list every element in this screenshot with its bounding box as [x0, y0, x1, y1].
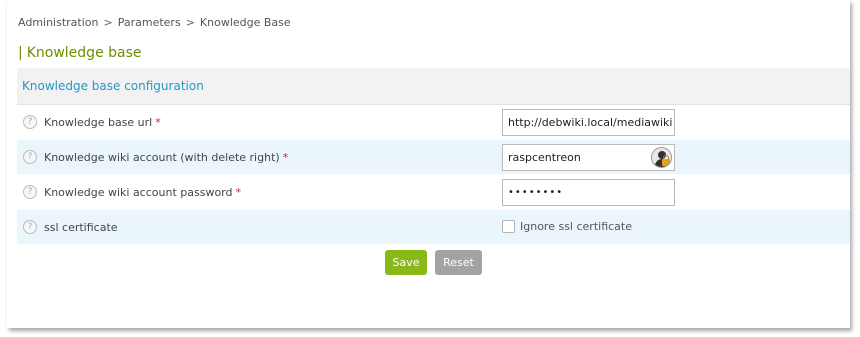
- label-text: Knowledge wiki account password: [44, 185, 233, 199]
- user-lock-icon: [651, 147, 672, 168]
- page-title: | Knowledge base: [18, 45, 142, 61]
- breadcrumb-parameters[interactable]: Parameters: [118, 16, 181, 29]
- breadcrumb-separator: >: [103, 16, 113, 29]
- config-form: Knowledge base configuration ? Knowledge…: [17, 68, 850, 245]
- row-ssl-certificate: ? ssl certificate Ignore ssl certificate: [17, 210, 850, 245]
- field-label-password: Knowledge wiki account password *: [44, 186, 241, 199]
- breadcrumb-knowledge-base[interactable]: Knowledge Base: [200, 16, 291, 29]
- help-icon[interactable]: ?: [23, 115, 37, 129]
- ignore-ssl-label[interactable]: Ignore ssl certificate: [520, 220, 632, 233]
- padlock-shape: [662, 159, 670, 166]
- wiki-account-value: raspcentreon: [508, 151, 581, 164]
- breadcrumb-administration[interactable]: Administration: [18, 16, 99, 29]
- field-label-url: Knowledge base url *: [44, 116, 161, 129]
- wiki-password-input[interactable]: ••••••••: [502, 179, 675, 206]
- section-title: Knowledge base configuration: [22, 79, 204, 93]
- label-text: Knowledge wiki account (with delete righ…: [44, 150, 280, 164]
- row-wiki-password: ? Knowledge wiki account password * •••••…: [17, 175, 850, 210]
- required-marker: *: [282, 150, 289, 164]
- section-header: Knowledge base configuration: [17, 68, 850, 105]
- row-knowledge-base-url: ? Knowledge base url * http://debwiki.loc…: [17, 105, 850, 140]
- field-label-ssl: ssl certificate: [44, 220, 118, 234]
- help-icon[interactable]: ?: [23, 150, 37, 164]
- help-icon[interactable]: ?: [23, 220, 37, 234]
- breadcrumb: Administration > Parameters > Knowledge Base: [18, 16, 291, 29]
- page-title-text: Knowledge base: [26, 45, 142, 61]
- breadcrumb-separator: >: [185, 16, 195, 29]
- ignore-ssl-checkbox[interactable]: [502, 220, 515, 233]
- title-bar: |: [18, 45, 23, 61]
- knowledge-base-url-input[interactable]: http://debwiki.local/mediawiki: [502, 109, 675, 136]
- reset-button[interactable]: Reset: [435, 250, 482, 275]
- wiki-account-input[interactable]: raspcentreon: [502, 144, 675, 171]
- required-marker: *: [235, 185, 241, 199]
- save-button[interactable]: Save: [385, 250, 427, 275]
- required-marker: *: [155, 115, 161, 129]
- field-label-account: Knowledge wiki account (with delete righ…: [44, 151, 288, 164]
- label-text: Knowledge base url: [44, 115, 153, 129]
- row-wiki-account: ? Knowledge wiki account (with delete ri…: [17, 140, 850, 175]
- ignore-ssl-option[interactable]: Ignore ssl certificate: [502, 220, 632, 233]
- help-icon[interactable]: ?: [23, 185, 37, 199]
